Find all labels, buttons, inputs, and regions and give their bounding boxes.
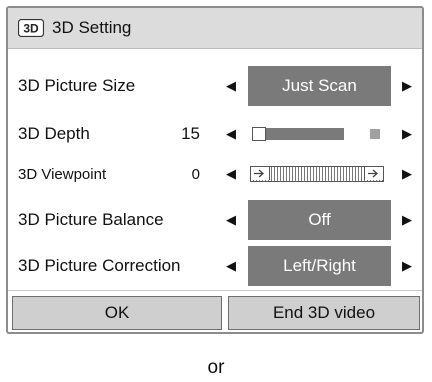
end-3d-video-button[interactable]: End 3D video xyxy=(228,296,420,330)
depth-max-marker xyxy=(370,129,380,139)
picture-balance-value[interactable]: Off xyxy=(248,200,391,240)
arrow-right-icon[interactable]: ▶ xyxy=(392,154,422,194)
viewpoint-track xyxy=(250,166,384,182)
depth-track xyxy=(252,127,386,141)
arrow-right-icon[interactable]: ▶ xyxy=(392,114,422,154)
viewpoint-number: 0 xyxy=(191,165,200,183)
depth-number: 15 xyxy=(181,124,200,143)
picture-correction-value[interactable]: Left/Right xyxy=(248,246,391,286)
row-label: 3D Picture Balance xyxy=(18,210,164,229)
row-label: 3D Depth xyxy=(18,124,90,143)
row-3d-picture-size: 3D Picture Size ◀ Just Scan ▶ xyxy=(8,66,422,106)
arrow-right-icon[interactable]: ▶ xyxy=(392,200,422,240)
or-caption: or xyxy=(207,357,225,378)
viewpoint-slider[interactable] xyxy=(250,166,384,182)
depth-fill xyxy=(266,128,344,140)
row-label: 3D Viewpoint xyxy=(18,165,107,183)
viewpoint-left-cap-icon xyxy=(251,167,270,180)
arrow-right-icon[interactable]: ▶ xyxy=(392,246,422,286)
picture-size-value[interactable]: Just Scan xyxy=(248,66,391,106)
arrow-left-icon[interactable]: ◀ xyxy=(216,154,246,194)
row-label: 3D Picture Correction xyxy=(18,256,181,275)
dialog-titlebar: 3D 3D Setting xyxy=(8,8,422,49)
arrow-left-icon[interactable]: ◀ xyxy=(216,200,246,240)
depth-slider[interactable] xyxy=(252,126,386,142)
arrow-left-icon[interactable]: ◀ xyxy=(216,114,246,154)
depth-min-marker xyxy=(252,127,266,141)
row-3d-depth: 3D Depth 15 ◀ ▶ xyxy=(8,114,422,154)
3d-badge-icon: 3D xyxy=(18,19,44,37)
dialog-title: 3D Setting xyxy=(52,18,132,37)
arrow-left-icon[interactable]: ◀ xyxy=(216,246,246,286)
arrow-right-icon[interactable]: ▶ xyxy=(392,66,422,106)
row-3d-picture-balance: 3D Picture Balance ◀ Off ▶ xyxy=(8,200,422,240)
button-divider xyxy=(8,290,422,291)
3d-setting-dialog: 3D 3D Setting 3D Picture Size ◀ Just Sca… xyxy=(6,6,424,334)
svg-text:3D: 3D xyxy=(23,22,39,36)
ok-button[interactable]: OK xyxy=(12,296,222,330)
row-3d-viewpoint: 3D Viewpoint 0 ◀ ▶ xyxy=(8,154,422,194)
row-label: 3D Picture Size xyxy=(18,76,136,95)
arrow-left-icon[interactable]: ◀ xyxy=(216,66,246,106)
button-bar: OK End 3D video xyxy=(8,292,422,332)
row-3d-picture-correction: 3D Picture Correction ◀ Left/Right ▶ xyxy=(8,246,422,286)
viewpoint-right-cap-icon xyxy=(364,167,383,180)
